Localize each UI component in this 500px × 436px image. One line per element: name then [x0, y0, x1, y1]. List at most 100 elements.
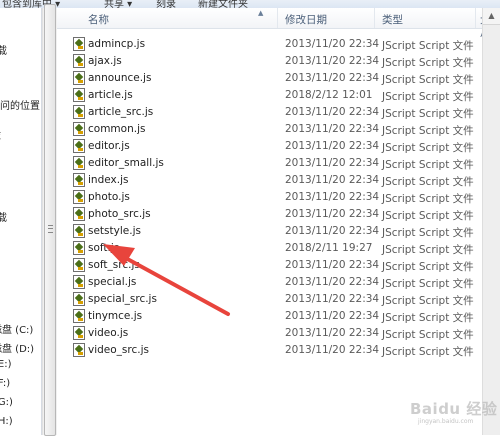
file-row[interactable]: ajax.js 2013/11/20 22:34 JScript Script 文件 [57, 53, 482, 70]
file-row[interactable]: video.js 2013/11/20 22:34 JScript Script 文… [57, 325, 482, 342]
navigation-scrollbar[interactable] [42, 4, 58, 436]
file-row[interactable]: common.js 2013/11/20 22:34 JScript Script … [57, 121, 482, 138]
file-name[interactable]: photo.js [88, 191, 130, 203]
file-row[interactable]: index.js 2013/11/20 22:34 JScript Script 文… [57, 172, 482, 189]
file-name[interactable]: article.js [88, 89, 133, 101]
navigation-scroll-thumb[interactable] [44, 4, 56, 436]
jscript-file-icon [73, 292, 85, 306]
nav-item-downloads-library[interactable]: 下载 [0, 209, 7, 224]
file-name[interactable]: common.js [88, 123, 145, 135]
file-modified-date: 2013/11/20 22:34 [285, 106, 380, 118]
file-modified-date: 2013/11/20 22:34 [285, 259, 380, 271]
jscript-file-icon [73, 207, 85, 221]
jscript-file-icon [73, 190, 85, 204]
file-type: JScript Script 文件 [382, 210, 474, 222]
file-modified-date: 2013/11/20 22:34 [285, 310, 380, 322]
file-row[interactable]: special_src.js 2013/11/20 22:34 JScript Sc… [57, 291, 482, 308]
file-name[interactable]: article_src.js [88, 106, 153, 118]
jscript-file-icon [73, 326, 85, 340]
file-row[interactable]: photo_src.js 2013/11/20 22:34 JScript Scri… [57, 206, 482, 223]
file-row[interactable]: setstyle.js 2013/11/20 22:34 JScript Scrip… [57, 223, 482, 240]
file-name[interactable]: soft_src.js [88, 259, 140, 271]
file-type: JScript Script 文件 [382, 142, 474, 154]
jscript-file-icon [73, 54, 85, 68]
column-header-date[interactable]: 修改日期 [285, 12, 327, 27]
file-row[interactable]: special.js 2013/11/20 22:34 JScript Script… [57, 274, 482, 291]
file-name[interactable]: video.js [88, 327, 128, 339]
file-row[interactable]: soft.js 2018/2/11 19:27 JScript Script 文件 [57, 240, 482, 257]
column-divider[interactable] [374, 8, 375, 28]
column-header-name[interactable]: 名称 [88, 12, 109, 27]
file-row[interactable]: article.js 2018/2/12 12:01 JScript Script … [57, 87, 482, 104]
jscript-file-icon [73, 139, 85, 153]
column-divider[interactable] [475, 8, 476, 28]
jscript-file-icon [73, 241, 85, 255]
file-type: JScript Script 文件 [382, 244, 474, 256]
nav-item-drive-h[interactable]: (H:) [0, 416, 13, 427]
file-modified-date: 2013/11/20 22:34 [285, 191, 380, 203]
file-modified-date: 2013/11/20 22:34 [285, 174, 380, 186]
file-modified-date: 2013/11/20 22:34 [285, 344, 380, 356]
jscript-file-icon [73, 258, 85, 272]
file-type: JScript Script 文件 [382, 346, 474, 358]
file-row[interactable]: editor_small.js 2013/11/20 22:34 JScript S… [57, 155, 482, 172]
nav-item-downloads[interactable]: 下载 [0, 42, 7, 57]
file-row[interactable]: photo.js 2013/11/20 22:34 JScript Script 文… [57, 189, 482, 206]
column-header-type[interactable]: 类型 [382, 12, 403, 27]
file-name[interactable]: editor_small.js [88, 157, 164, 169]
nav-item-drive-f[interactable]: (F:) [0, 378, 10, 389]
file-type: JScript Script 文件 [382, 108, 474, 120]
sort-up-icon: ▲ [258, 9, 264, 17]
file-modified-date: 2013/11/20 22:34 [285, 225, 380, 237]
column-header: ▲ 名称 修改日期 类型 大小 [57, 8, 491, 41]
file-row[interactable]: tinymce.js 2013/11/20 22:34 JScript Script… [57, 308, 482, 325]
file-row[interactable]: admincp.js 2013/11/20 22:34 JScript Script… [57, 36, 482, 53]
watermark-url: jingyan.baidu.com [418, 418, 474, 425]
file-name[interactable]: editor.js [88, 140, 130, 152]
file-row[interactable]: editor.js 2013/11/20 22:34 JScript Script … [57, 138, 482, 155]
file-name[interactable]: ajax.js [88, 55, 122, 67]
jscript-file-icon [73, 37, 85, 51]
file-modified-date: 2013/11/20 22:34 [285, 293, 380, 305]
file-row[interactable]: video_src.js 2013/11/20 22:34 JScript Scri… [57, 342, 482, 359]
file-modified-date: 2013/11/20 22:34 [285, 327, 380, 339]
nav-item-drive-g[interactable]: (G:) [0, 397, 13, 408]
file-type: JScript Script 文件 [382, 329, 474, 341]
file-name[interactable]: photo_src.js [88, 208, 151, 220]
file-name[interactable]: tinymce.js [88, 310, 142, 322]
navigation-pane: 下载 最近访问的位置 库 下载 本地磁盘 (C:) 本地磁盘 (D:) (E:)… [0, 8, 42, 435]
file-type: JScript Script 文件 [382, 91, 474, 103]
file-name[interactable]: index.js [88, 174, 128, 186]
file-name[interactable]: special.js [88, 276, 136, 288]
file-modified-date: 2018/2/11 19:27 [285, 242, 373, 254]
file-row[interactable]: soft_src.js 2013/11/20 22:34 JScript Scrip… [57, 257, 482, 274]
nav-item-libraries[interactable]: 库 [0, 128, 1, 143]
column-divider[interactable] [277, 8, 278, 28]
file-type: JScript Script 文件 [382, 57, 474, 69]
nav-item-drive-e[interactable]: (E:) [0, 359, 12, 370]
file-modified-date: 2013/11/20 22:34 [285, 208, 380, 220]
file-name[interactable]: announce.js [88, 72, 151, 84]
file-type: JScript Script 文件 [382, 295, 474, 307]
file-name[interactable]: soft.js [88, 242, 119, 254]
file-name[interactable]: admincp.js [88, 38, 145, 50]
file-row[interactable]: article_src.js 2013/11/20 22:34 JScript Sc… [57, 104, 482, 121]
file-name[interactable]: setstyle.js [88, 225, 141, 237]
file-type: JScript Script 文件 [382, 125, 474, 137]
nav-item-drive-c[interactable]: 本地磁盘 (C:) [0, 321, 33, 336]
file-type: JScript Script 文件 [382, 261, 474, 273]
scroll-up-arrow-icon[interactable]: ▲ [483, 8, 500, 25]
file-modified-date: 2013/11/20 22:34 [285, 72, 380, 84]
file-row[interactable]: announce.js 2013/11/20 22:34 JScript Scrip… [57, 70, 482, 87]
baidu-jingyan-watermark: Baidu 经验 jingyan.baidu.com [408, 397, 500, 425]
file-type: JScript Script 文件 [382, 193, 474, 205]
jscript-file-icon [73, 224, 85, 238]
file-name[interactable]: special_src.js [88, 293, 157, 305]
file-type: JScript Script 文件 [382, 227, 474, 239]
file-list-scrollbar[interactable]: ▲ [482, 8, 500, 435]
nav-item-recent-places[interactable]: 最近访问的位置 [0, 97, 40, 112]
jscript-file-icon [73, 71, 85, 85]
nav-item-drive-d[interactable]: 本地磁盘 (D:) [0, 340, 34, 355]
file-modified-date: 2013/11/20 22:34 [285, 38, 380, 50]
file-name[interactable]: video_src.js [88, 344, 149, 356]
